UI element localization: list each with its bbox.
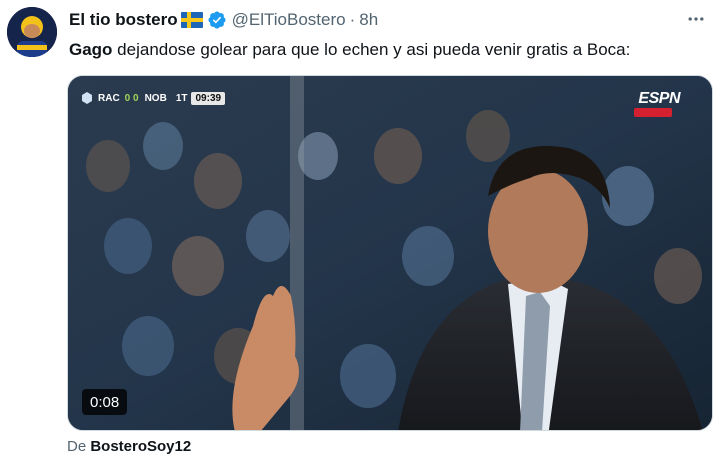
match-score: 0 0	[124, 92, 139, 104]
tweet-text: Gago dejandose golear para que lo echen …	[69, 39, 630, 61]
match-clock: 09:39	[191, 91, 226, 105]
video-attribution: De BosteroSoy12	[67, 438, 191, 455]
tweet-timestamp[interactable]: 8h	[359, 10, 378, 30]
video-frame	[68, 76, 712, 430]
network-logo: ESPN	[638, 90, 680, 107]
separator-dot: ·	[349, 10, 356, 29]
away-team: NOB	[144, 92, 167, 104]
video-player[interactable]: RAC 0 0 NOB 1T 09:39 ESPN 0:08	[67, 75, 713, 431]
tweet-text-body: dejandose golear para que lo echen y asi…	[112, 40, 631, 59]
avatar-image	[7, 7, 57, 57]
scoreboard: RAC 0 0 NOB 1T 09:39	[80, 90, 226, 106]
author-display-name[interactable]: El tio bostero	[69, 10, 178, 30]
home-team: RAC	[98, 92, 120, 104]
avatar[interactable]	[7, 7, 57, 57]
attribution-source-link[interactable]: BosteroSoy12	[90, 438, 191, 455]
author-handle[interactable]: @ElTioBostero	[232, 10, 346, 30]
tweet-header: El tio bostero @ElTioBostero · 8h	[69, 9, 708, 31]
league-logo-icon	[82, 92, 92, 104]
match-period: 1T	[175, 92, 188, 104]
tweet-text-bold: Gago	[69, 40, 113, 59]
verified-badge-icon[interactable]	[207, 10, 227, 30]
attribution-prefix: De	[67, 438, 91, 455]
sweden-flag-icon	[180, 12, 203, 28]
more-options-icon[interactable]	[684, 7, 708, 31]
network-live-badge	[634, 108, 672, 117]
video-duration: 0:08	[82, 389, 128, 415]
